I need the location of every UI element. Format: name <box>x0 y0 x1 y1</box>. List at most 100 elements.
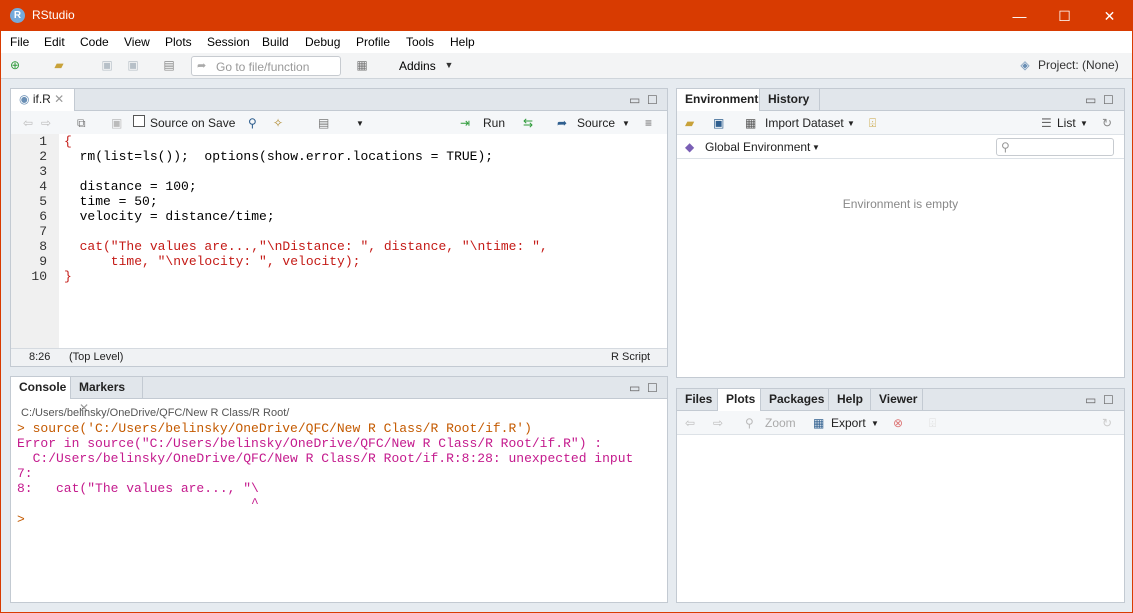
minimize-pane-icon[interactable]: ▭ <box>1085 393 1096 407</box>
outline-icon[interactable]: ≡ <box>645 116 652 130</box>
tab-console[interactable]: Console <box>11 377 71 399</box>
tab-help[interactable]: Help <box>829 389 871 411</box>
minimize-pane-icon[interactable]: ▭ <box>629 93 640 107</box>
tab-markers[interactable]: Markers ✕ <box>71 377 143 415</box>
chevron-down-icon[interactable]: ▼ <box>847 119 855 128</box>
remove-plot-icon[interactable]: ⊗ <box>893 416 903 430</box>
line-number: 1 <box>39 134 47 149</box>
scope-selector[interactable]: (Top Level) <box>69 351 123 363</box>
close-button[interactable]: ✕ <box>1087 1 1132 31</box>
code-line: time = 50; <box>64 194 158 209</box>
forward-arrow-icon[interactable]: ⇨ <box>713 416 723 430</box>
menu-view[interactable]: View <box>124 35 150 49</box>
filetype-selector[interactable]: R Script <box>611 351 650 363</box>
env-search-input[interactable]: ⚲ <box>996 138 1114 156</box>
console-working-dir[interactable]: C:/Users/belinsky/OneDrive/QFC/New R Cla… <box>21 407 289 419</box>
line-number: 4 <box>39 179 47 194</box>
line-number: 2 <box>39 149 47 164</box>
source-icon[interactable]: ➦ <box>557 116 567 130</box>
minimize-button[interactable]: — <box>997 1 1042 31</box>
tab-files[interactable]: Files <box>677 389 718 411</box>
chevron-down-icon[interactable]: ▼ <box>871 419 879 428</box>
print-icon[interactable]: ▤ <box>161 58 177 73</box>
env-empty-message: Environment is empty <box>842 197 959 211</box>
chevron-down-icon[interactable]: ▼ <box>356 119 364 128</box>
tab-environment[interactable]: Environment <box>677 89 760 111</box>
pane-layout-icon[interactable]: ▦ <box>354 58 370 73</box>
chevron-down-icon[interactable]: ▼ <box>441 58 457 73</box>
close-tab-icon[interactable]: ✕ <box>54 92 64 106</box>
line-number: 5 <box>39 194 47 209</box>
save-icon[interactable]: ▣ <box>99 58 115 73</box>
menu-build[interactable]: Build <box>262 35 289 49</box>
chevron-down-icon[interactable]: ▼ <box>1080 119 1088 128</box>
source-toolbar: ⇦ ⇨ ⧉ ▣ Source on Save ⚲ ✧ ▤ ▼ ⇥ Run ⇆ ➦… <box>11 111 667 135</box>
search-icon[interactable]: ⚲ <box>248 116 257 130</box>
zoom-button[interactable]: Zoom <box>765 416 796 430</box>
save-file-icon[interactable]: ▣ <box>111 116 122 130</box>
broom-icon[interactable]: ⌹ <box>869 116 876 131</box>
list-view-selector[interactable]: List <box>1057 116 1076 130</box>
cursor-position: 8:26 <box>29 351 51 363</box>
tab-history[interactable]: History <box>760 89 820 111</box>
maximize-button[interactable]: ☐ <box>1042 1 1087 31</box>
minimize-pane-icon[interactable]: ▭ <box>1085 93 1096 107</box>
open-project-icon[interactable]: ▰ <box>51 58 67 73</box>
run-icon[interactable]: ⇥ <box>460 116 470 130</box>
refresh-icon[interactable]: ↻ <box>1102 116 1112 130</box>
chevron-down-icon[interactable]: ▼ <box>622 119 630 128</box>
addins-menu[interactable]: Addins <box>399 59 436 73</box>
menu-profile[interactable]: Profile <box>356 35 390 49</box>
code-editor[interactable]: 1 2 3 4 5 6 7 8 9 10 { rm(list=ls()); op… <box>11 134 667 362</box>
compile-report-icon[interactable]: ▤ <box>318 116 329 130</box>
console-line: 8: cat("The values are..., "\ <box>17 481 259 496</box>
menu-tools[interactable]: Tools <box>406 35 434 49</box>
env-toolbar: ▰ ▣ ▦ Import Dataset ▼ ⌹ ☰ List ▼ ↻ <box>677 111 1124 135</box>
line-number: 3 <box>39 164 47 179</box>
run-button[interactable]: Run <box>483 116 505 130</box>
tab-plots[interactable]: Plots <box>718 389 761 411</box>
save-workspace-icon[interactable]: ▣ <box>713 116 724 130</box>
menu-debug[interactable]: Debug <box>305 35 340 49</box>
tab-if-r[interactable]: ◉ if.R ✕ <box>11 89 75 111</box>
maximize-pane-icon[interactable]: ☐ <box>647 93 658 107</box>
zoom-icon[interactable]: ⚲ <box>745 416 754 430</box>
save-all-icon[interactable]: ▣ <box>125 58 141 73</box>
global-environment-selector[interactable]: Global Environment <box>705 140 810 154</box>
load-workspace-icon[interactable]: ▰ <box>685 116 694 130</box>
refresh-icon[interactable]: ↻ <box>1102 416 1112 430</box>
project-menu[interactable]: Project: (None) <box>1038 58 1119 72</box>
menu-code[interactable]: Code <box>80 35 109 49</box>
export-button[interactable]: Export <box>831 416 866 430</box>
menu-session[interactable]: Session <box>207 35 250 49</box>
menu-edit[interactable]: Edit <box>44 35 65 49</box>
maximize-pane-icon[interactable]: ☐ <box>1103 393 1114 407</box>
back-arrow-icon[interactable]: ⇦ <box>23 116 33 130</box>
magic-wand-icon[interactable]: ✧ <box>273 116 283 130</box>
tab-packages[interactable]: Packages <box>761 389 829 411</box>
rerun-icon[interactable]: ⇆ <box>523 116 533 130</box>
env-scope-bar: ◆ Global Environment ▼ ⚲ <box>677 135 1124 159</box>
console-tabbar: Console Markers ✕ ▭ ☐ <box>11 377 667 415</box>
minimize-pane-icon[interactable]: ▭ <box>629 381 640 395</box>
menu-plots[interactable]: Plots <box>165 35 192 49</box>
import-dataset-button[interactable]: Import Dataset <box>765 116 844 130</box>
chevron-down-icon[interactable]: ▼ <box>812 143 820 152</box>
forward-arrow-icon[interactable]: ⇨ <box>41 116 51 130</box>
broom-icon[interactable]: ⌹ <box>929 416 936 431</box>
maximize-pane-icon[interactable]: ☐ <box>1103 93 1114 107</box>
new-file-icon[interactable]: ⊕ <box>7 58 23 73</box>
source-button[interactable]: Source <box>577 116 615 130</box>
tab-viewer[interactable]: Viewer <box>871 389 923 411</box>
console-prompt[interactable]: > <box>17 512 33 527</box>
menu-help[interactable]: Help <box>450 35 475 49</box>
back-arrow-icon[interactable]: ⇦ <box>685 416 695 430</box>
source-on-save-checkbox[interactable] <box>133 115 145 127</box>
maximize-pane-icon[interactable]: ☐ <box>647 381 658 395</box>
import-dataset-icon[interactable]: ▦ <box>745 116 756 130</box>
show-in-window-icon[interactable]: ⧉ <box>77 116 86 131</box>
export-icon[interactable]: ▦ <box>813 416 824 430</box>
r-file-icon: ◉ <box>19 92 30 106</box>
menu-file[interactable]: File <box>10 35 29 49</box>
go-to-file-input[interactable]: ➦ Go to file/function <box>191 56 341 76</box>
